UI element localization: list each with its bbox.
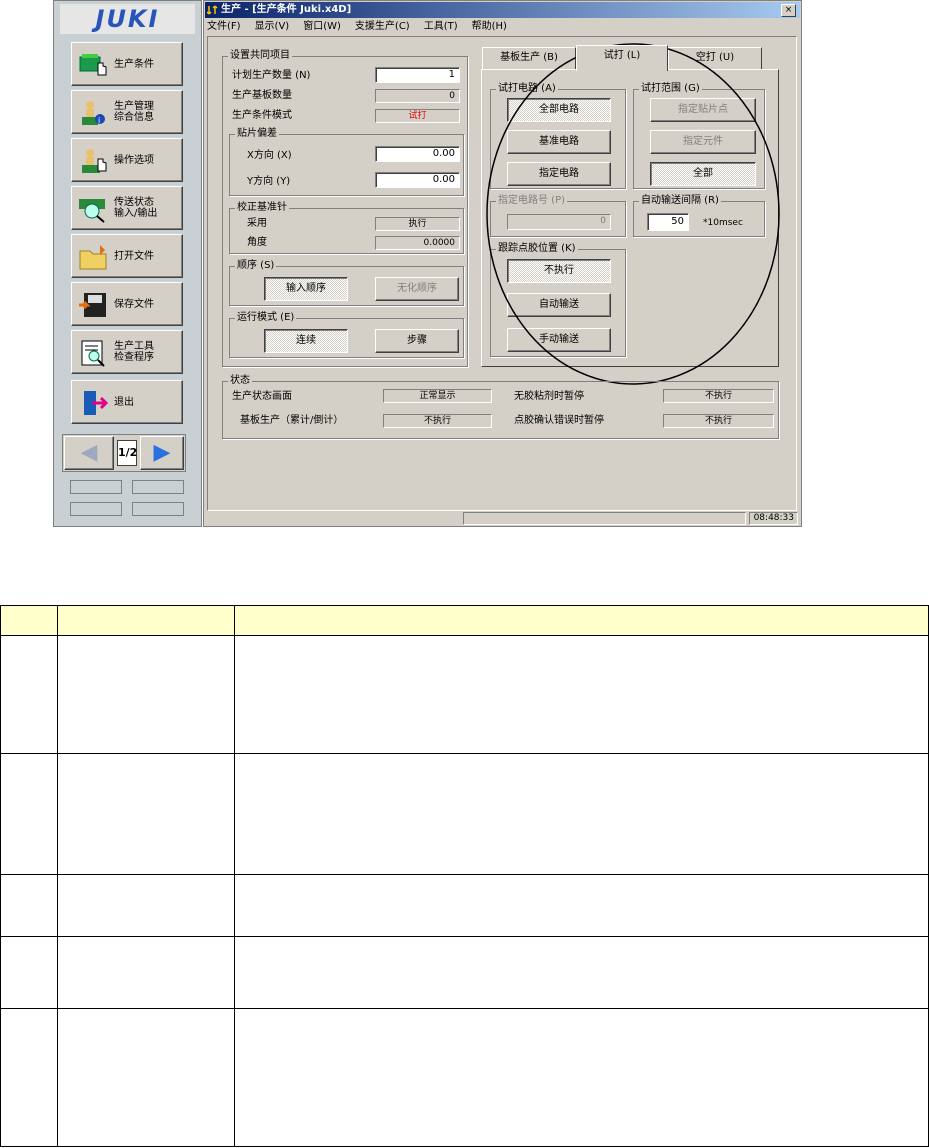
optimize-order-button[interactable]: 无化顺序 — [375, 277, 459, 301]
calib-angle-value: 0.0000 — [375, 236, 460, 250]
close-button[interactable]: × — [781, 4, 796, 17]
state-screen-label: 生产状态画面 — [232, 391, 292, 402]
mode-label: 生产条件模式 — [232, 110, 292, 121]
page-indicator: 1/2 — [117, 440, 137, 466]
save-file-button[interactable]: 保存文件 — [71, 282, 183, 326]
board-qty-value: 0 — [375, 89, 460, 103]
tab-trial[interactable]: 试打 (L) — [576, 45, 668, 71]
open-file-button[interactable]: 打开文件 — [71, 234, 183, 278]
board-count-value: 不执行 — [383, 414, 492, 428]
menu-bar: 文件(F) 显示(V) 窗口(W) 支援生产(C) 工具(T) 帮助(H) — [207, 19, 507, 35]
x-offset-label: X方向 (X) — [247, 150, 292, 161]
save-icon — [79, 293, 106, 317]
tool-check-button[interactable]: 生产工具 检查程序 — [71, 330, 183, 374]
plan-qty-input[interactable]: 1 — [375, 67, 460, 83]
no-adhesive-value: 不执行 — [663, 389, 774, 403]
prev-page-button[interactable]: ◀ — [64, 436, 114, 470]
board-qty-label: 生产基板数量 — [232, 90, 292, 101]
clock: 08:48:33 — [749, 512, 798, 525]
folder-icon — [79, 245, 107, 270]
operation-option-icon — [82, 149, 107, 173]
menu-file[interactable]: 文件(F) — [207, 19, 241, 35]
production-condition-icon — [79, 54, 107, 76]
menu-view[interactable]: 显示(V) — [255, 19, 290, 35]
operation-option-button[interactable]: 操作选项 — [71, 138, 183, 182]
calib-angle-label: 角度 — [247, 237, 267, 248]
exit-button[interactable]: 退出 — [71, 380, 183, 424]
app-icon — [207, 5, 218, 15]
no-adhesive-label: 无胶粘剂时暂停 — [514, 391, 584, 402]
window-title: 生产 - [生产条件 Juki.x4D] — [205, 2, 800, 18]
state-screen-value: 正常显示 — [383, 389, 492, 403]
management-info-button[interactable]: i 生产管理 综合信息 — [71, 90, 183, 134]
plan-qty-label: 计划生产数量 (N) — [232, 70, 311, 81]
highlight-ellipse — [486, 43, 780, 385]
blank-cell — [132, 502, 184, 516]
svg-text:i: i — [98, 116, 100, 125]
blank-cell — [70, 480, 122, 494]
dispense-error-value: 不执行 — [663, 414, 774, 428]
menu-support[interactable]: 支援生产(C) — [355, 19, 410, 35]
input-order-button[interactable]: 输入顺序 — [264, 277, 348, 301]
menu-tools[interactable]: 工具(T) — [424, 19, 458, 35]
menu-help[interactable]: 帮助(H) — [472, 19, 507, 35]
blank-cell — [132, 480, 184, 494]
calib-use-label: 采用 — [247, 218, 267, 229]
production-condition-button[interactable]: 生产条件 — [71, 42, 183, 86]
tool-check-icon — [81, 340, 105, 367]
y-offset-input[interactable]: 0.00 — [375, 172, 460, 188]
triangle-right-icon: ▶ — [153, 440, 171, 465]
mode-value: 试打 — [375, 109, 460, 123]
dispense-error-label: 点胶确认错误时暂停 — [514, 415, 604, 426]
step-button[interactable]: 步骤 — [375, 329, 459, 353]
status-pane — [463, 512, 746, 525]
transfer-io-button[interactable]: 传送状态 输入/输出 — [71, 186, 183, 230]
transfer-io-icon — [79, 199, 105, 223]
x-offset-input[interactable]: 0.00 — [375, 146, 460, 162]
blank-cell — [70, 502, 122, 516]
juki-logo: JUKI — [60, 4, 195, 34]
board-count-label: 基板生产（累计/倒计） — [240, 415, 344, 426]
continuous-button[interactable]: 连续 — [264, 329, 348, 353]
y-offset-label: Y方向 (Y) — [247, 176, 291, 187]
management-info-icon: i — [82, 101, 105, 125]
triangle-left-icon: ◀ — [80, 440, 98, 465]
exit-icon — [84, 391, 108, 415]
description-table — [0, 605, 929, 1147]
next-page-button[interactable]: ▶ — [140, 436, 184, 470]
menu-window[interactable]: 窗口(W) — [303, 19, 341, 35]
calib-use-value: 执行 — [375, 217, 460, 231]
